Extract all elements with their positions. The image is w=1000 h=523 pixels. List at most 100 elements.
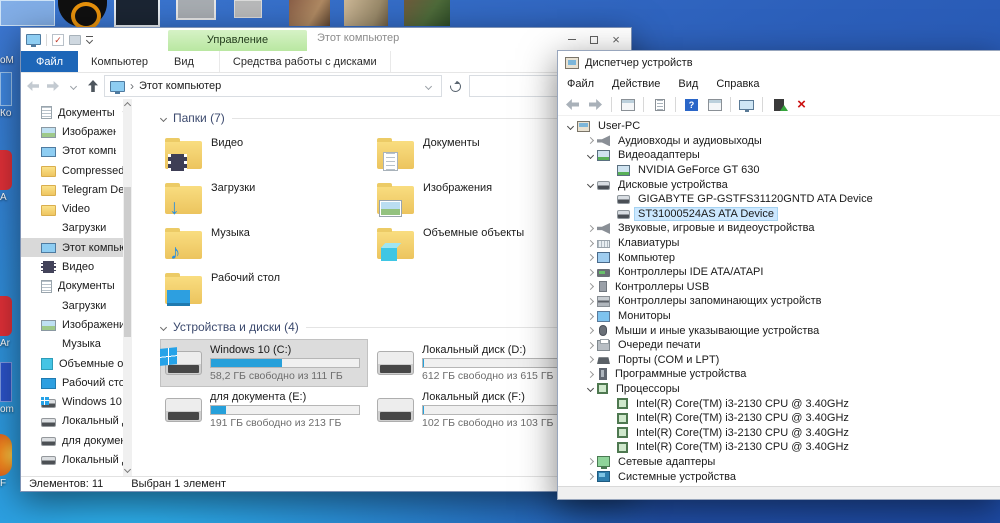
expand-chevron-icon[interactable] bbox=[584, 137, 597, 145]
sidebar-item[interactable]: Локальный дис bbox=[21, 450, 132, 469]
scroll-up-icon[interactable] bbox=[123, 101, 132, 110]
expand-chevron-icon[interactable] bbox=[584, 181, 597, 189]
sidebar-item[interactable]: Загрузки bbox=[21, 296, 132, 315]
help-window-button[interactable] bbox=[705, 96, 724, 114]
expand-chevron-icon[interactable] bbox=[584, 239, 597, 247]
forward-arrow-button[interactable] bbox=[586, 96, 605, 114]
expand-chevron-icon[interactable] bbox=[584, 458, 597, 466]
recent-locations-button[interactable] bbox=[64, 82, 82, 90]
device-tree-row[interactable]: GIGABYTE GP-GSTFS31120GNTD ATA Device bbox=[558, 192, 1000, 207]
uninstall-x-button[interactable]: × bbox=[792, 96, 811, 114]
device-tree-row[interactable]: Мыши и иные указывающие устройства bbox=[558, 323, 1000, 338]
contextual-tab-group[interactable]: Управление bbox=[168, 30, 307, 51]
sidebar-item[interactable]: Загрузки bbox=[21, 219, 132, 238]
photo-thumbnail-3[interactable] bbox=[289, 0, 330, 26]
expand-chevron-icon[interactable] bbox=[584, 224, 597, 232]
device-tree-row[interactable]: Intel(R) Core(TM) i3-2130 CPU @ 3.40GHz bbox=[558, 425, 1000, 440]
expand-chevron-icon[interactable] bbox=[584, 283, 597, 291]
device-tree-row[interactable]: ST31000524AS ATA Device bbox=[558, 207, 1000, 222]
folder-tile[interactable]: Видео bbox=[161, 131, 373, 176]
device-tree-row[interactable]: Intel(R) Core(TM) i3-2130 CPU @ 3.40GHz bbox=[558, 396, 1000, 411]
sidebar-item[interactable]: Video bbox=[21, 199, 132, 218]
device-tree-row[interactable]: Контроллеры IDE ATA/ATAPI bbox=[558, 265, 1000, 280]
expand-chevron-icon[interactable] bbox=[584, 312, 597, 320]
ribbon-tab-файл[interactable]: Файл bbox=[21, 51, 79, 72]
folder-tile[interactable]: ↓ Загрузки bbox=[161, 176, 373, 221]
ribbon-tab-компьютер[interactable]: Компьютер bbox=[78, 51, 161, 72]
device-tree-row[interactable]: Системные устройства bbox=[558, 469, 1000, 484]
scrollbar-thumb[interactable] bbox=[124, 187, 131, 337]
menu-item-действие[interactable]: Действие bbox=[603, 78, 669, 90]
scan-hardware-monitor-button[interactable] bbox=[737, 96, 756, 114]
breadcrumb[interactable]: Этот компьютер bbox=[139, 80, 415, 92]
expand-chevron-icon[interactable] bbox=[584, 151, 597, 160]
device-tree-row[interactable]: Сетевые адаптеры bbox=[558, 455, 1000, 470]
address-field[interactable]: › Этот компьютер bbox=[104, 75, 442, 97]
device-tree-row[interactable]: Аудиовходы и аудиовыходы bbox=[558, 134, 1000, 149]
device-tree-row[interactable]: NVIDIA GeForce GT 630 bbox=[558, 163, 1000, 178]
expand-chevron-icon[interactable] bbox=[564, 122, 577, 130]
glass-window-icon[interactable] bbox=[0, 0, 55, 26]
menu-item-вид[interactable]: Вид bbox=[669, 78, 707, 90]
expand-chevron-icon[interactable] bbox=[604, 211, 617, 216]
ribbon-tab-вид[interactable]: Вид bbox=[161, 51, 207, 72]
forward-button[interactable] bbox=[44, 81, 62, 91]
sidebar-item[interactable]: Рабочий стол bbox=[21, 373, 132, 392]
aimp-icon[interactable] bbox=[58, 0, 107, 30]
expand-chevron-icon[interactable] bbox=[584, 268, 597, 276]
collapse-group-icon[interactable] bbox=[159, 114, 168, 122]
sidebar-item[interactable]: Видео bbox=[21, 257, 132, 276]
device-tree-row[interactable]: Дисковые устройства bbox=[558, 177, 1000, 192]
sidebar-item[interactable]: Telegram Deskto bbox=[21, 180, 132, 199]
minimize-button[interactable] bbox=[561, 28, 583, 51]
sidebar-item[interactable]: Объемные объ bbox=[21, 354, 132, 373]
device-tree-row[interactable]: Intel(R) Core(TM) i3-2130 CPU @ 3.40GHz bbox=[558, 440, 1000, 455]
maximize-button[interactable] bbox=[583, 28, 605, 51]
device-tree-row[interactable]: Процессоры bbox=[558, 382, 1000, 397]
desktop-shortcut[interactable]: Ar bbox=[0, 296, 16, 349]
expand-chevron-icon[interactable] bbox=[604, 445, 617, 450]
device-tree-row[interactable]: Звуковые, игровые и видеоустройства bbox=[558, 221, 1000, 236]
device-tree-row[interactable]: Контроллеры запоминающих устройств bbox=[558, 294, 1000, 309]
device-tree-row[interactable]: Очереди печати bbox=[558, 338, 1000, 353]
device-tree-row[interactable]: Видеоадаптеры bbox=[558, 148, 1000, 163]
back-button[interactable] bbox=[24, 81, 42, 91]
up-button[interactable] bbox=[84, 81, 102, 91]
sidebar-item[interactable]: Этот компьютер bbox=[21, 238, 132, 258]
folder-tile[interactable]: Изображения bbox=[373, 176, 585, 221]
photo-thumbnail-4[interactable] bbox=[344, 0, 388, 26]
sidebar-item[interactable]: Изображени bbox=[21, 122, 132, 141]
sidebar-item[interactable]: Документы bbox=[21, 103, 132, 122]
drives-group-header[interactable]: Устройства и диски (4) bbox=[159, 320, 625, 334]
expand-chevron-icon[interactable] bbox=[584, 385, 597, 393]
desktop-shortcut[interactable]: om bbox=[0, 362, 16, 415]
expand-chevron-icon[interactable] bbox=[584, 341, 597, 349]
photo-thumbnail-2[interactable] bbox=[234, 0, 262, 18]
sidebar-item[interactable]: Локальный дис bbox=[21, 412, 132, 431]
customize-qat-button[interactable] bbox=[85, 36, 94, 45]
desktop-shortcut[interactable]: A bbox=[0, 150, 16, 203]
photo-thumbnail-1[interactable] bbox=[176, 0, 216, 20]
close-button[interactable]: × bbox=[605, 28, 627, 51]
folder-tile[interactable]: Объемные объекты bbox=[373, 221, 585, 266]
menu-item-справка[interactable]: Справка bbox=[707, 78, 768, 90]
expand-chevron-icon[interactable] bbox=[584, 297, 597, 305]
console-window-button[interactable] bbox=[618, 96, 637, 114]
expand-chevron-icon[interactable] bbox=[584, 356, 597, 364]
new-folder-qat-button[interactable] bbox=[69, 34, 81, 45]
expand-chevron-icon[interactable] bbox=[584, 473, 597, 481]
expand-chevron-icon[interactable] bbox=[604, 416, 617, 421]
lightroom-icon[interactable] bbox=[114, 0, 160, 27]
device-tree-row[interactable]: User-PC bbox=[558, 119, 1000, 134]
properties-page-button[interactable] bbox=[650, 96, 669, 114]
drive-tile[interactable]: для документа (E:) 191 ГБ свободно из 21… bbox=[161, 387, 367, 433]
sidebar-scrollbar[interactable] bbox=[123, 99, 132, 476]
scroll-down-icon[interactable] bbox=[123, 465, 132, 474]
device-tree-row[interactable]: Контроллеры USB bbox=[558, 280, 1000, 295]
device-tree-row[interactable]: Программные устройства bbox=[558, 367, 1000, 382]
sidebar-item[interactable]: Изображения bbox=[21, 315, 132, 334]
folders-group-header[interactable]: Папки (7) bbox=[159, 111, 625, 125]
refresh-button[interactable] bbox=[447, 78, 464, 94]
photo-thumbnail-5[interactable] bbox=[404, 0, 450, 26]
collapse-group-icon[interactable] bbox=[159, 323, 168, 331]
